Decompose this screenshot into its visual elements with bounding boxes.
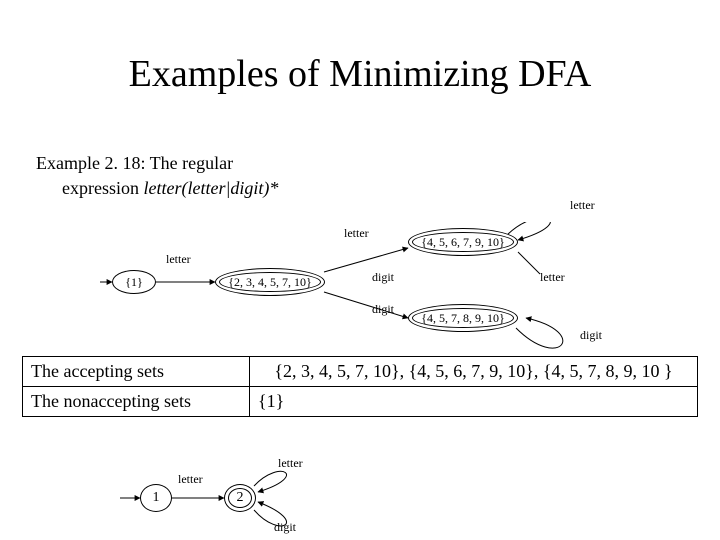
accepting-sets-label: The accepting sets xyxy=(23,357,250,387)
edge-label-letter-s1s2: letter xyxy=(166,252,191,267)
subtitle-line2: expression letter(letter|digit)* xyxy=(36,177,356,200)
state-s2-label: {2, 3, 4, 5, 7, 10} xyxy=(228,275,312,290)
state-min-1: 1 xyxy=(140,484,172,512)
edge-label-min-selfdigit: digit xyxy=(274,520,296,535)
subtitle-plain: expression xyxy=(62,178,143,198)
sets-table: The accepting sets {2, 3, 4, 5, 7, 10}, … xyxy=(22,356,698,417)
edge-label-letter-s3self: letter xyxy=(570,198,595,213)
dfa-original: {1} {2, 3, 4, 5, 7, 10} {4, 5, 6, 7, 9, … xyxy=(100,222,660,342)
slide: Examples of Minimizing DFA Example 2. 18… xyxy=(0,0,720,540)
state-min-1-label: 1 xyxy=(153,490,160,506)
state-s2: {2, 3, 4, 5, 7, 10} xyxy=(215,268,325,296)
state-min-2-label: 2 xyxy=(237,490,244,506)
page-title: Examples of Minimizing DFA xyxy=(0,52,720,96)
edge-label-digit-s4self: digit xyxy=(580,328,602,343)
state-s3-label: {4, 5, 6, 7, 9, 10} xyxy=(421,235,505,250)
edge-label-digit-s2s4: digit xyxy=(372,302,394,317)
edge-label-letter-s3s4: letter xyxy=(540,270,565,285)
table-row: The nonaccepting sets {1} xyxy=(23,387,698,417)
dfa-minimized: 1 2 letter letter digit xyxy=(120,450,340,530)
subtitle-line1: Example 2. 18: The regular xyxy=(36,153,233,173)
state-min-2: 2 xyxy=(224,484,256,512)
example-subtitle: Example 2. 18: The regular expression le… xyxy=(36,152,356,199)
edge-label-min-selfletter: letter xyxy=(278,456,303,471)
edge-label-digit-s2s3: digit xyxy=(372,270,394,285)
state-s1-label: {1} xyxy=(125,275,143,290)
state-s1: {1} xyxy=(112,270,156,294)
edge-label-letter-s2s3: letter xyxy=(344,226,369,241)
dfa-original-arrows xyxy=(100,222,660,352)
state-s4: {4, 5, 7, 8, 9, 10} xyxy=(408,304,518,332)
nonaccepting-sets-label: The nonaccepting sets xyxy=(23,387,250,417)
subtitle-expression: letter(letter|digit)* xyxy=(143,178,278,198)
state-s4-label: {4, 5, 7, 8, 9, 10} xyxy=(421,311,505,326)
accepting-sets-value: {2, 3, 4, 5, 7, 10}, {4, 5, 6, 7, 9, 10}… xyxy=(258,361,689,382)
edge-label-min-letter: letter xyxy=(178,472,203,487)
nonaccepting-sets-value: {1} xyxy=(250,387,698,417)
state-s3: {4, 5, 6, 7, 9, 10} xyxy=(408,228,518,256)
accepting-sets-value-cell: {2, 3, 4, 5, 7, 10}, {4, 5, 6, 7, 9, 10}… xyxy=(250,357,698,387)
table-row: The accepting sets {2, 3, 4, 5, 7, 10}, … xyxy=(23,357,698,387)
